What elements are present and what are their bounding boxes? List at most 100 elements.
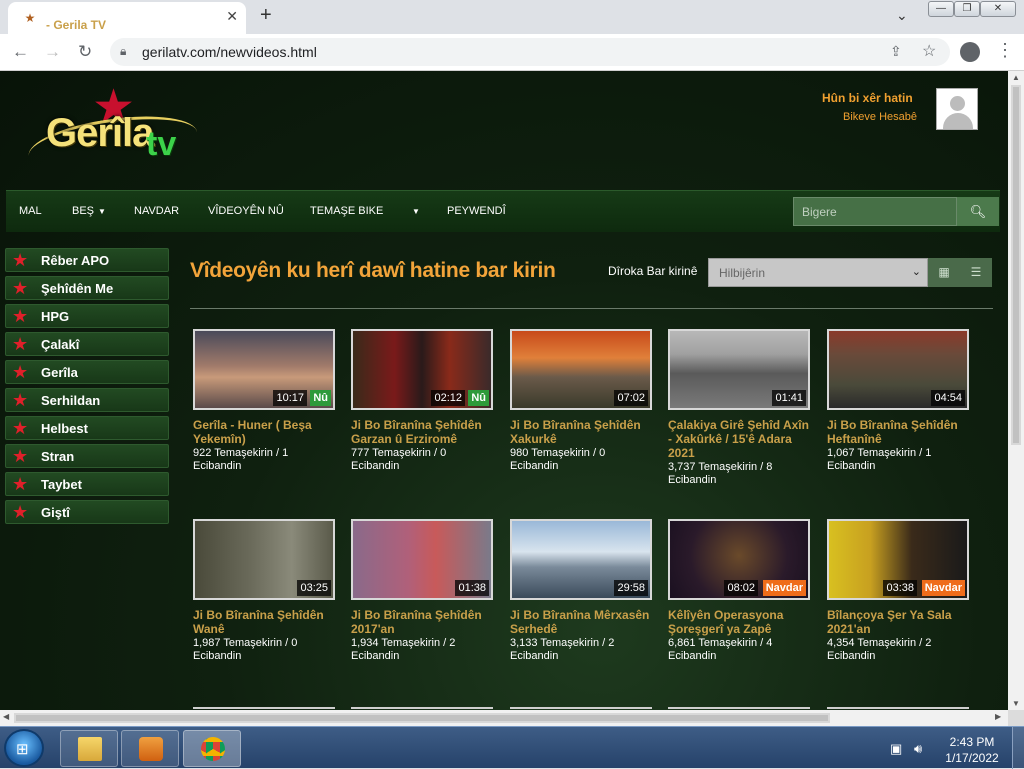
explorer-taskbar-button[interactable] <box>60 730 118 767</box>
url-text[interactable]: gerilatv.com/newvideos.html <box>142 44 317 60</box>
video-thumbnail[interactable]: 03:38 Navdar <box>827 519 969 600</box>
nav-item-peywendi[interactable]: PEYWENDÎ <box>447 205 506 217</box>
sort-select[interactable]: Hilbijêrin ⌄ <box>708 258 928 287</box>
video-title[interactable]: Çalakiya Girê Şehîd Axîn - Xakûrkê / 15'… <box>668 418 810 460</box>
nav-item-videoyen-nu[interactable]: VÎDEOYÊN NÛ <box>208 205 284 217</box>
video-duration: 04:54 <box>931 390 965 406</box>
vertical-scrollbar[interactable]: ▲ ▼ <box>1008 71 1024 710</box>
tab-search-chevron-icon[interactable]: ⌄ <box>896 7 908 24</box>
share-icon[interactable]: ⇪ <box>890 43 902 60</box>
video-title[interactable]: Ji Bo Bîranîna Şehîdên 2017'an <box>351 608 493 636</box>
video-thumbnail[interactable]: 07:02 <box>510 329 652 410</box>
video-card[interactable]: 03:25 Ji Bo Bîranîna Şehîdên Wanê 1,987 … <box>193 519 335 663</box>
new-tab-icon[interactable]: + <box>260 4 272 27</box>
sidebar-item-label: Çalakî <box>41 337 80 352</box>
video-thumbnail[interactable]: 02:12 Nû <box>351 329 493 410</box>
search-input[interactable]: Bigere <box>793 197 957 226</box>
system-clock[interactable]: 2:43 PM 1/17/2022 <box>944 734 1000 766</box>
login-link[interactable]: Bikeve Hesabê <box>843 111 917 123</box>
sidebar-item-gisti[interactable]: ★ Giştî <box>5 500 169 524</box>
show-desktop-button[interactable] <box>1012 727 1024 769</box>
video-card[interactable]: 08:02 Navdar Kêlîyên Operasyona Şoreşger… <box>668 519 810 663</box>
start-button[interactable]: ⊞ <box>4 729 44 767</box>
video-title[interactable]: Kêlîyên Operasyona Şoreşgerî ya Zapê <box>668 608 810 636</box>
network-icon[interactable]: ▣ <box>890 741 902 757</box>
video-title[interactable]: Bîlançoya Şer Ya Sala 2021'an <box>827 608 969 636</box>
star-icon: ★ <box>12 418 29 438</box>
sidebar-item-label: Gerîla <box>41 365 78 380</box>
sidebar-item-sehiden-me[interactable]: ★ Şehîdên Me <box>5 276 169 300</box>
browser-tab[interactable]: ★ - Gerila TV ✕ <box>8 2 246 34</box>
sidebar-item-stran[interactable]: ★ Stran <box>5 444 169 468</box>
bookmark-star-icon[interactable]: ☆ <box>922 41 936 61</box>
close-tab-icon[interactable]: ✕ <box>226 8 238 25</box>
video-card[interactable]: 04:54 Ji Bo Bîranîna Şehîdên Heftanînê 1… <box>827 329 969 473</box>
grid-view-button[interactable]: ▦ <box>928 258 960 287</box>
video-card[interactable]: 03:38 Navdar Bîlançoya Şer Ya Sala 2021'… <box>827 519 969 663</box>
browser-menu-icon[interactable]: ⋮ <box>996 40 1014 61</box>
site-logo[interactable]: ★ Gerîla tv <box>22 81 202 181</box>
sidebar-item-serhildan[interactable]: ★ Serhildan <box>5 388 169 412</box>
nav-item-mal[interactable]: MAL <box>19 205 42 217</box>
video-thumbnail[interactable]: 01:41 <box>668 329 810 410</box>
video-card[interactable]: 01:38 Ji Bo Bîranîna Şehîdên 2017'an 1,9… <box>351 519 493 663</box>
horizontal-scrollbar[interactable]: ◀ ▶ <box>0 710 1008 726</box>
sort-select-value: Hilbijêrin <box>719 266 766 280</box>
scrollbar-thumb[interactable] <box>1011 85 1021 445</box>
video-card[interactable]: 02:12 Nû Ji Bo Bîranîna Şehîdên Garzan û… <box>351 329 493 473</box>
video-thumbnail[interactable]: 03:25 <box>193 519 335 600</box>
new-badge: Nû <box>310 390 331 406</box>
nav-item-bes[interactable]: BEŞ ▼ <box>72 205 106 217</box>
video-title[interactable]: Gerîla - Huner ( Beşa Yekemîn) <box>193 418 335 446</box>
video-card[interactable]: 10:17 Nû Gerîla - Huner ( Beşa Yekemîn) … <box>193 329 335 473</box>
sidebar-item-helbest[interactable]: ★ Helbest <box>5 416 169 440</box>
sidebar-item-reber-apo[interactable]: ★ Rêber APO <box>5 248 169 272</box>
video-thumbnail[interactable]: 04:54 <box>827 329 969 410</box>
video-thumbnail[interactable]: 08:02 Navdar <box>668 519 810 600</box>
sidebar-item-taybet[interactable]: ★ Taybet <box>5 472 169 496</box>
sidebar-item-gerila[interactable]: ★ Gerîla <box>5 360 169 384</box>
video-thumbnail[interactable]: 01:38 <box>351 519 493 600</box>
media-player-icon <box>139 737 163 761</box>
video-thumbnail[interactable]: 29:58 <box>510 519 652 600</box>
profile-avatar-icon[interactable] <box>960 42 980 62</box>
minimize-window-icon[interactable]: — <box>928 1 954 17</box>
taskbar: ⊞ ▣ 🔊︎ 2:43 PM 1/17/2022 <box>0 726 1024 769</box>
scrollbar-thumb[interactable] <box>14 713 830 723</box>
scroll-down-icon[interactable]: ▼ <box>1012 699 1020 708</box>
address-bar[interactable]: 🔒︎ gerilatv.com/newvideos.html ⇪ ☆ <box>110 38 950 66</box>
close-window-icon[interactable]: ✕ <box>980 1 1016 17</box>
sidebar-item-label: Taybet <box>41 477 82 492</box>
video-thumbnail[interactable]: 10:17 Nû <box>193 329 335 410</box>
video-card[interactable]: 01:41 Çalakiya Girê Şehîd Axîn - Xakûrkê… <box>668 329 810 487</box>
nav-item-more[interactable]: ▼ <box>408 205 420 217</box>
back-arrow-icon[interactable]: ← <box>12 42 29 62</box>
star-icon: ★ <box>12 390 29 410</box>
scroll-right-icon[interactable]: ▶ <box>995 712 1001 721</box>
video-duration: 29:58 <box>614 580 648 596</box>
search-button[interactable]: 🔍︎ <box>957 197 999 226</box>
sidebar-item-hpg[interactable]: ★ HPG <box>5 304 169 328</box>
video-title[interactable]: Ji Bo Bîranîna Şehîdên Wanê <box>193 608 335 636</box>
chrome-taskbar-button[interactable] <box>183 730 241 767</box>
scroll-up-icon[interactable]: ▲ <box>1012 73 1020 82</box>
scroll-left-icon[interactable]: ◀ <box>3 712 9 721</box>
nav-item-temase-bike[interactable]: TEMAŞE BIKE <box>310 205 383 217</box>
list-view-button[interactable]: ☰ <box>960 258 992 287</box>
sidebar-item-calaki[interactable]: ★ Çalakî <box>5 332 169 356</box>
nav-item-navdar[interactable]: NAVDAR <box>134 205 179 217</box>
forward-arrow-icon[interactable]: → <box>44 42 61 62</box>
video-title[interactable]: Ji Bo Bîranîna Şehîdên Xakurkê <box>510 418 652 446</box>
video-card[interactable]: 07:02 Ji Bo Bîranîna Şehîdên Xakurkê 980… <box>510 329 652 473</box>
video-title[interactable]: Ji Bo Bîranîna Mêrxasên Serhedê <box>510 608 652 636</box>
user-avatar[interactable] <box>936 88 978 130</box>
reload-icon[interactable]: ↻ <box>78 42 92 62</box>
video-title[interactable]: Ji Bo Bîranîna Şehîdên Garzan û Erziromê <box>351 418 493 446</box>
volume-icon[interactable]: 🔊︎ <box>914 741 922 757</box>
restore-window-icon[interactable]: ❐ <box>954 1 980 17</box>
site-favicon-icon: ★ <box>24 11 36 25</box>
media-player-taskbar-button[interactable] <box>121 730 179 767</box>
video-title[interactable]: Ji Bo Bîranîna Şehîdên Heftanînê <box>827 418 969 446</box>
video-card[interactable]: 29:58 Ji Bo Bîranîna Mêrxasên Serhedê 3,… <box>510 519 652 663</box>
tab-title: - Gerila TV <box>46 18 107 32</box>
